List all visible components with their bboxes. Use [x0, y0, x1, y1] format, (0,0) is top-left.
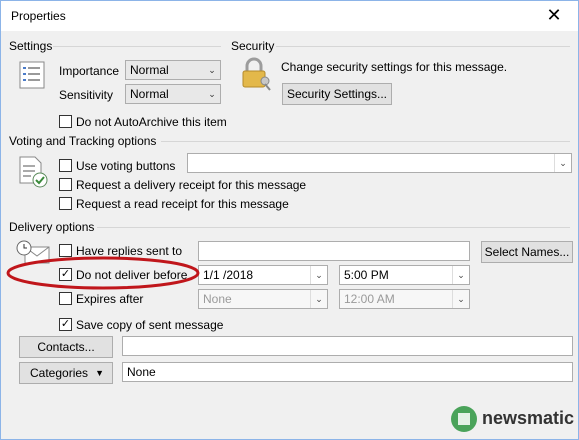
- sensitivity-label: Sensitivity: [59, 88, 114, 102]
- settings-list-icon: [19, 61, 47, 91]
- categories-value: None: [127, 365, 156, 379]
- security-settings-button[interactable]: Security Settings...: [282, 83, 392, 105]
- delivery-receipt-label: Request a delivery receipt for this mess…: [76, 178, 307, 192]
- save-copy-checkbox[interactable]: ✓: [59, 318, 72, 331]
- chevron-down-icon: ⌄: [208, 89, 216, 99]
- triangle-down-icon: ▼: [95, 368, 104, 378]
- use-voting-checkbox[interactable]: [59, 159, 72, 172]
- deliver-date-value: 1/1 /2018: [203, 268, 254, 282]
- contacts-button[interactable]: Contacts...: [19, 336, 113, 358]
- importance-value: Normal: [130, 63, 169, 77]
- voting-icon: [17, 155, 49, 189]
- importance-label: Importance: [59, 64, 120, 78]
- importance-select[interactable]: Normal ⌄: [125, 60, 221, 80]
- expires-after-label: Expires after: [76, 292, 144, 306]
- deliver-time-value: 5:00 PM: [344, 268, 389, 282]
- autoarchive-label: Do not AutoArchive this item: [76, 115, 227, 129]
- chevron-down-icon: ⌄: [452, 290, 469, 308]
- sensitivity-select[interactable]: Normal ⌄: [125, 84, 221, 104]
- delivery-receipt-checkbox[interactable]: [59, 178, 72, 191]
- deliver-date-input[interactable]: 1/1 /2018 ⌄: [198, 265, 328, 285]
- read-receipt-checkbox[interactable]: [59, 197, 72, 210]
- check-icon: ✓: [60, 318, 71, 330]
- read-receipt-label: Request a read receipt for this message: [76, 197, 289, 211]
- save-copy-label: Save copy of sent message: [76, 318, 224, 332]
- delivery-group-label: Delivery options: [9, 220, 95, 234]
- newsmatic-wordmark: newsmatic: [482, 408, 575, 428]
- close-icon[interactable]: ✕: [542, 5, 566, 27]
- chevron-down-icon: ⌄: [310, 290, 327, 308]
- categories-input[interactable]: None: [122, 362, 573, 382]
- chevron-down-icon: ⌄: [554, 154, 571, 172]
- chevron-down-icon: ⌄: [208, 65, 216, 75]
- security-group-label: Security: [231, 39, 275, 53]
- voting-group-label: Voting and Tracking options: [9, 134, 157, 148]
- lock-key-icon: [239, 57, 273, 91]
- divider: [53, 46, 221, 47]
- divider: [97, 227, 570, 228]
- select-names-button[interactable]: Select Names...: [481, 241, 573, 263]
- chevron-down-icon: ⌄: [452, 266, 469, 284]
- settings-group-label: Settings: [9, 39, 53, 53]
- dialog-title: Properties: [11, 9, 66, 23]
- annotation-ellipse: [6, 256, 200, 290]
- contacts-input[interactable]: [122, 336, 573, 356]
- deliver-time-input[interactable]: 5:00 PM ⌄: [339, 265, 470, 285]
- title-bar: Properties ✕: [1, 1, 578, 31]
- expires-time-value: 12:00 AM: [344, 292, 395, 306]
- voting-buttons-select[interactable]: ⌄: [187, 153, 572, 173]
- divider: [161, 141, 570, 142]
- expires-time-input[interactable]: 12:00 AM ⌄: [339, 289, 470, 309]
- expires-date-value: None: [203, 292, 232, 306]
- sensitivity-value: Normal: [130, 87, 169, 101]
- autoarchive-checkbox[interactable]: [59, 115, 72, 128]
- divider: [276, 46, 570, 47]
- categories-label: Categories: [30, 366, 89, 380]
- properties-dialog: Properties ✕ Settings Importance Normal …: [0, 0, 579, 440]
- annotation-ellipse-stroke: [6, 256, 200, 290]
- newsmatic-logo: [451, 406, 477, 432]
- replies-to-input[interactable]: [198, 241, 470, 261]
- security-description: Change security settings for this messag…: [281, 60, 508, 74]
- chevron-down-icon: ⌄: [310, 266, 327, 284]
- categories-button[interactable]: Categories ▼: [19, 362, 113, 384]
- expires-date-input[interactable]: None ⌄: [198, 289, 328, 309]
- use-voting-label: Use voting buttons: [76, 159, 176, 173]
